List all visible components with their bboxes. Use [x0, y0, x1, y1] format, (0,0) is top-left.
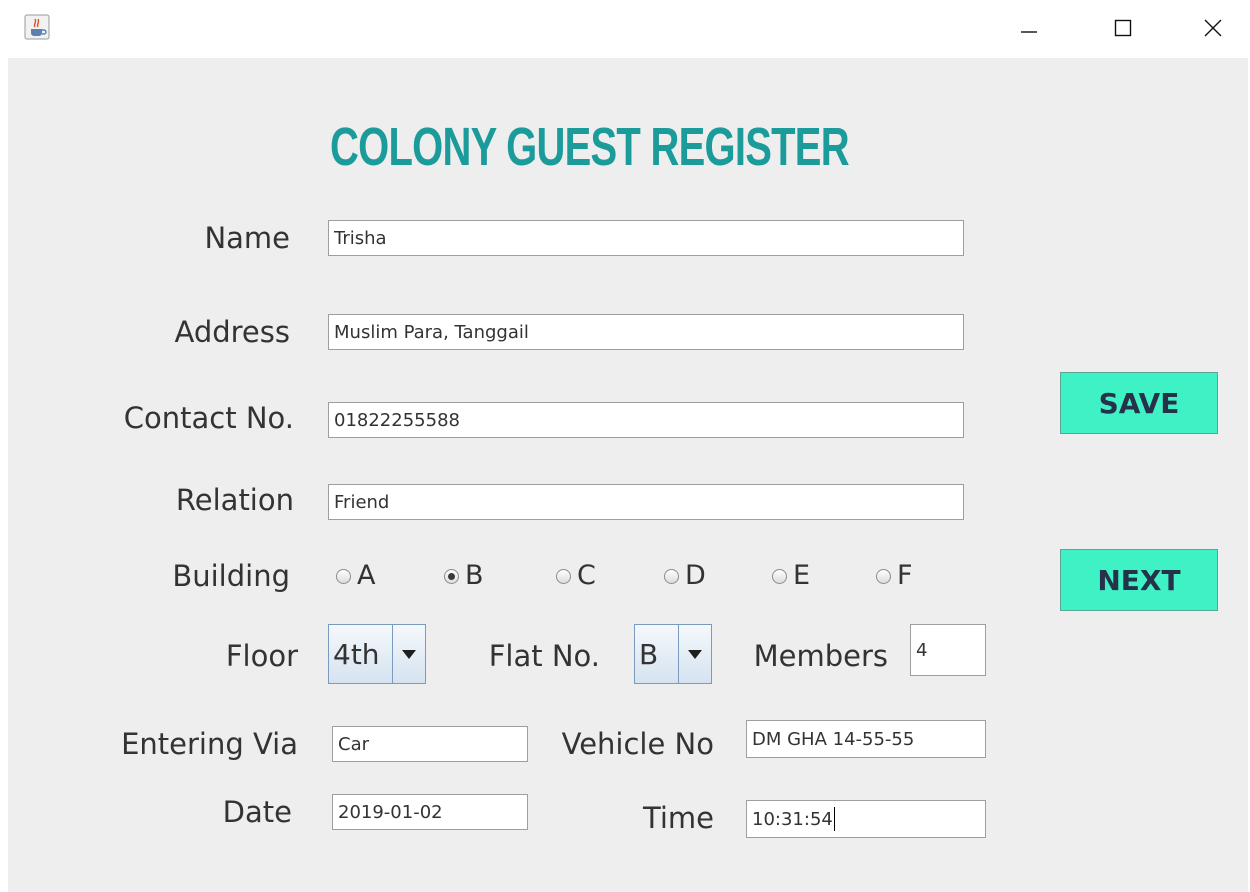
- text-cursor: [833, 807, 835, 831]
- building-radio-e[interactable]: E: [772, 558, 810, 594]
- members-value: 4: [916, 639, 928, 661]
- floor-selected-value: 4th: [333, 637, 380, 671]
- vehicle-no-input[interactable]: DM GHA 14-55-55: [746, 720, 986, 758]
- time-label: Time: [643, 801, 714, 835]
- building-option-label: D: [685, 560, 706, 591]
- name-value: Trisha: [334, 227, 387, 249]
- form-panel: [8, 58, 1248, 892]
- date-input[interactable]: 2019-01-02: [332, 794, 528, 830]
- page-title: COLONY GUEST REGISTER: [330, 117, 850, 177]
- name-label: Name: [204, 221, 290, 255]
- chevron-down-icon[interactable]: [678, 625, 711, 683]
- radio-button-icon: [876, 568, 891, 584]
- java-cup-icon: [24, 14, 50, 40]
- relation-value: Friend: [334, 491, 390, 513]
- entering-via-input[interactable]: Car: [332, 726, 528, 762]
- next-button[interactable]: NEXT: [1060, 549, 1218, 611]
- building-option-label: E: [793, 560, 811, 591]
- floor-select[interactable]: 4th: [328, 624, 426, 684]
- flat-no-select[interactable]: B: [634, 624, 712, 684]
- relation-input[interactable]: Friend: [328, 484, 964, 520]
- building-radio-f[interactable]: F: [876, 558, 913, 594]
- contact-input[interactable]: 01822255588: [328, 402, 964, 438]
- save-button[interactable]: SAVE: [1060, 372, 1218, 434]
- address-input[interactable]: Muslim Para, Tanggail: [328, 314, 964, 350]
- contact-value: 01822255588: [334, 409, 460, 431]
- entering-via-label: Entering Via: [121, 727, 298, 761]
- radio-button-selected-icon: [444, 568, 459, 584]
- vehicle-no-label: Vehicle No: [561, 727, 714, 761]
- building-option-label: F: [897, 560, 913, 591]
- close-icon[interactable]: [1190, 10, 1236, 46]
- maximize-icon[interactable]: [1100, 10, 1146, 46]
- time-input[interactable]: 10:31:54: [746, 800, 986, 838]
- contact-label: Contact No.: [123, 401, 294, 435]
- flat-no-selected-value: B: [639, 637, 659, 671]
- date-label: Date: [222, 795, 292, 829]
- building-radio-b[interactable]: B: [444, 558, 484, 594]
- building-option-label: C: [577, 560, 596, 591]
- radio-button-icon: [336, 568, 351, 584]
- time-value: 10:31:54: [752, 808, 833, 830]
- flat-no-label: Flat No.: [488, 639, 600, 673]
- entering-via-value: Car: [338, 733, 369, 755]
- date-value: 2019-01-02: [338, 801, 443, 823]
- building-option-label: B: [465, 560, 484, 591]
- building-option-label: A: [357, 560, 376, 591]
- members-label: Members: [753, 639, 888, 673]
- radio-button-icon: [556, 568, 571, 584]
- building-label: Building: [172, 559, 290, 593]
- radio-button-icon: [664, 568, 679, 584]
- relation-label: Relation: [175, 483, 294, 517]
- building-radio-a[interactable]: A: [336, 558, 375, 594]
- window-titlebar: [0, 0, 1250, 58]
- vehicle-no-value: DM GHA 14-55-55: [752, 728, 915, 750]
- building-radio-d[interactable]: D: [664, 558, 706, 594]
- floor-label: Floor: [225, 639, 298, 673]
- radio-button-icon: [772, 568, 787, 584]
- address-label: Address: [174, 315, 291, 349]
- chevron-down-icon[interactable]: [392, 625, 425, 683]
- address-value: Muslim Para, Tanggail: [334, 321, 529, 343]
- members-input[interactable]: 4: [910, 624, 986, 676]
- name-input[interactable]: Trisha: [328, 220, 964, 256]
- building-radio-c[interactable]: C: [556, 558, 596, 594]
- minimize-icon[interactable]: [1006, 10, 1052, 46]
